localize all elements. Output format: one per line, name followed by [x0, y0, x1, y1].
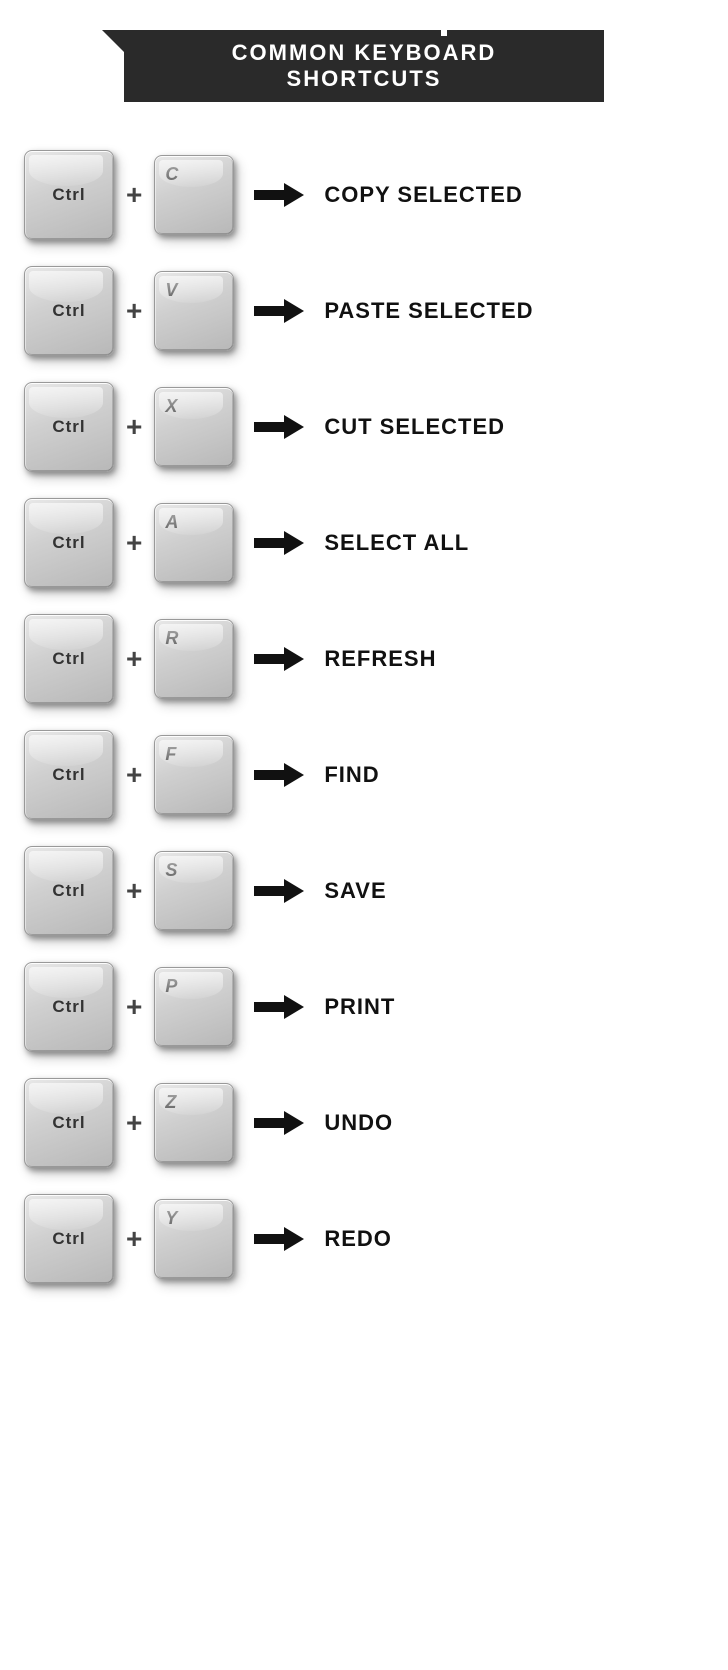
plus-sign-8: +: [126, 1107, 142, 1139]
letter-key-6: S: [154, 851, 234, 931]
arrow-9: [254, 1227, 304, 1251]
shortcut-label-8: UNDO: [324, 1110, 393, 1136]
ctrl-key-6: Ctrl: [24, 846, 114, 936]
shortcut-label-5: FIND: [324, 762, 379, 788]
shortcut-row: Ctrl + P PRINT: [24, 954, 704, 1060]
shortcut-label-9: REDO: [324, 1226, 392, 1252]
shortcut-label-4: REFRESH: [324, 646, 436, 672]
shortcut-label-7: PRINT: [324, 994, 395, 1020]
shortcut-row: Ctrl + R REFRESH: [24, 606, 704, 712]
ctrl-key-5: Ctrl: [24, 730, 114, 820]
letter-label-2: X: [165, 396, 177, 417]
letter-label-7: P: [165, 976, 177, 997]
shortcut-row: Ctrl + S SAVE: [24, 838, 704, 944]
ctrl-label-9: Ctrl: [52, 1229, 85, 1249]
letter-label-5: F: [165, 744, 176, 765]
ctrl-key-0: Ctrl: [24, 150, 114, 240]
letter-label-3: A: [165, 512, 178, 533]
ctrl-label-0: Ctrl: [52, 185, 85, 205]
arrow-6: [254, 879, 304, 903]
plus-sign-4: +: [126, 643, 142, 675]
letter-label-1: V: [165, 280, 177, 301]
letter-key-0: C: [154, 155, 234, 235]
arrow-1: [254, 299, 304, 323]
letter-key-8: Z: [154, 1083, 234, 1163]
ctrl-key-1: Ctrl: [24, 266, 114, 356]
letter-label-9: Y: [165, 1208, 177, 1229]
ctrl-label-3: Ctrl: [52, 533, 85, 553]
ctrl-label-8: Ctrl: [52, 1113, 85, 1133]
arrow-icon-6: [254, 879, 304, 903]
title-banner: COMMON KEYBOARD SHORTCUTS: [124, 30, 604, 102]
arrow-icon-4: [254, 647, 304, 671]
letter-label-8: Z: [165, 1092, 176, 1113]
ctrl-label-6: Ctrl: [52, 881, 85, 901]
arrow-5: [254, 763, 304, 787]
letter-label-4: R: [165, 628, 178, 649]
arrow-7: [254, 995, 304, 1019]
ctrl-label-4: Ctrl: [52, 649, 85, 669]
ctrl-key-9: Ctrl: [24, 1194, 114, 1284]
plus-sign-5: +: [126, 759, 142, 791]
plus-sign-1: +: [126, 295, 142, 327]
letter-key-4: R: [154, 619, 234, 699]
letter-key-2: X: [154, 387, 234, 467]
ctrl-key-2: Ctrl: [24, 382, 114, 472]
shortcut-label-1: PASTE SELECTED: [324, 298, 533, 324]
ctrl-label-2: Ctrl: [52, 417, 85, 437]
ctrl-key-3: Ctrl: [24, 498, 114, 588]
shortcut-row: Ctrl + V PASTE SELECTED: [24, 258, 704, 364]
shortcut-label-2: CUT SELECTED: [324, 414, 505, 440]
shortcut-label-3: SELECT ALL: [324, 530, 469, 556]
arrow-0: [254, 183, 304, 207]
page-title: COMMON KEYBOARD SHORTCUTS: [232, 40, 497, 91]
plus-sign-7: +: [126, 991, 142, 1023]
plus-sign-6: +: [126, 875, 142, 907]
shortcut-row: Ctrl + A SELECT ALL: [24, 490, 704, 596]
shortcut-row: Ctrl + X CUT SELECTED: [24, 374, 704, 480]
ctrl-key-7: Ctrl: [24, 962, 114, 1052]
plus-sign-9: +: [126, 1223, 142, 1255]
arrow-2: [254, 415, 304, 439]
letter-key-9: Y: [154, 1199, 234, 1279]
arrow-icon-1: [254, 299, 304, 323]
letter-label-0: C: [165, 164, 178, 185]
plus-sign-2: +: [126, 411, 142, 443]
arrow-icon-2: [254, 415, 304, 439]
arrow-icon-8: [254, 1111, 304, 1135]
ctrl-label-7: Ctrl: [52, 997, 85, 1017]
shortcut-label-6: SAVE: [324, 878, 386, 904]
arrow-8: [254, 1111, 304, 1135]
shortcut-row: Ctrl + Y REDO: [24, 1186, 704, 1292]
plus-sign-0: +: [126, 179, 142, 211]
shortcut-row: Ctrl + F FIND: [24, 722, 704, 828]
letter-key-5: F: [154, 735, 234, 815]
letter-key-7: P: [154, 967, 234, 1047]
letter-key-1: V: [154, 271, 234, 351]
arrow-3: [254, 531, 304, 555]
ctrl-key-8: Ctrl: [24, 1078, 114, 1168]
letter-key-3: A: [154, 503, 234, 583]
arrow-icon-5: [254, 763, 304, 787]
arrow-4: [254, 647, 304, 671]
shortcuts-list: Ctrl + C COPY SELECTED Ctrl + V PASTE SE…: [24, 142, 704, 1292]
arrow-icon-3: [254, 531, 304, 555]
ctrl-label-5: Ctrl: [52, 765, 85, 785]
letter-label-6: S: [165, 860, 177, 881]
plus-sign-3: +: [126, 527, 142, 559]
shortcut-label-0: COPY SELECTED: [324, 182, 522, 208]
shortcut-row: Ctrl + C COPY SELECTED: [24, 142, 704, 248]
arrow-icon-7: [254, 995, 304, 1019]
ctrl-label-1: Ctrl: [52, 301, 85, 321]
arrow-icon-9: [254, 1227, 304, 1251]
ctrl-key-4: Ctrl: [24, 614, 114, 704]
arrow-icon-0: [254, 183, 304, 207]
shortcut-row: Ctrl + Z UNDO: [24, 1070, 704, 1176]
